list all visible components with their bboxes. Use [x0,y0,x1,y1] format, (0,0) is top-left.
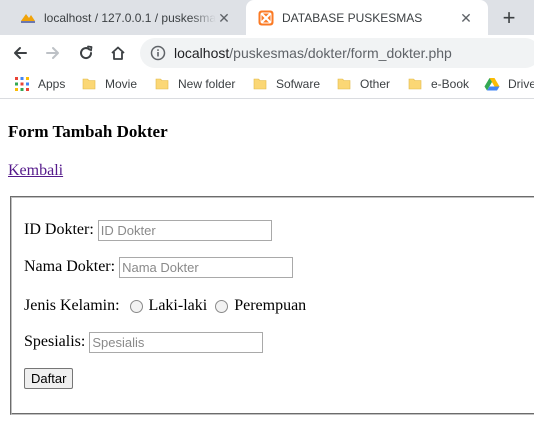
home-button[interactable] [105,40,131,66]
bookmark-drive[interactable]: Drive [484,75,534,93]
folder-icon [81,76,97,92]
close-icon[interactable]: ✕ [216,10,232,26]
bookmark-other[interactable]: Other [336,75,390,93]
radio-perempuan[interactable] [215,299,229,313]
arrow-right-icon [46,47,59,59]
apps-grid-icon [14,76,30,92]
close-icon[interactable]: ✕ [458,10,474,26]
bookmark-sofware[interactable]: Sofware [252,75,320,93]
bookmark-label: Apps [38,77,66,91]
reload-button[interactable] [73,40,99,66]
bookmark-label: Other [360,77,391,91]
folder-icon [252,76,268,92]
info-icon[interactable] [150,45,166,61]
back-button[interactable] [7,40,33,66]
id-dokter-row: ID Dokter: [24,219,272,241]
reload-icon [80,45,93,60]
forward-button[interactable] [40,40,66,66]
bookmark-label: Drive [508,77,534,91]
nama-dokter-input[interactable] [119,256,294,278]
spesialis-input[interactable] [89,331,264,353]
bookmark-e-book[interactable]: e-Book [407,75,469,93]
phpmyadmin-icon [20,10,36,26]
bookmark-apps[interactable]: Apps [14,75,65,93]
bookmark-label: e-Book [431,77,470,91]
google-drive-icon [484,76,500,92]
back-link[interactable]: Kembali [8,162,63,180]
page-title: Form Tambah Dokter [8,122,168,141]
radio-laki-laki[interactable] [129,299,143,313]
xampp-icon [258,10,274,26]
bookmark-label: New folder [178,77,236,91]
address-bar[interactable]: localhost/puskesmas/dokter/form_dokter.p… [140,38,534,68]
tab-title: DATABASE PUSKESMAS [282,10,423,25]
bookmark-new-folder[interactable]: New folder [154,75,235,93]
bookmark-movie[interactable]: Movie [81,75,137,93]
browser-toolbar: localhost/puskesmas/dokter/form_dokter.p… [0,35,534,70]
daftar-button[interactable]: Daftar [24,368,74,389]
jenis-kelamin-row: Jenis Kelamin: Laki-laki Perempuan [24,295,306,317]
id-dokter-label: ID Dokter: [24,221,94,238]
tab-strip: localhost / 127.0.0.1 / puskesmas ✕ DATA… [0,0,534,35]
folder-icon [336,76,352,92]
radio-label-laki-laki: Laki-laki [148,297,208,314]
nama-dokter-row: Nama Dokter: [24,256,294,278]
spesialis-row: Spesialis: [24,331,264,353]
nama-dokter-label: Nama Dokter: [24,258,116,275]
url-text: localhost/puskesmas/dokter/form_dokter.p… [174,45,452,61]
new-tab-button[interactable]: + [496,6,522,30]
radio-label-perempuan: Perempuan [234,297,307,314]
folder-icon [154,76,170,92]
bookmark-label: Movie [105,77,138,91]
bookmark-label: Sofware [276,77,321,91]
tab-database-puskesmas[interactable]: DATABASE PUSKESMAS ✕ [246,0,488,35]
jenis-kelamin-label: Jenis Kelamin: [24,297,120,314]
arrow-left-icon [14,47,27,59]
plus-icon: + [502,5,516,30]
form-fieldset: ID Dokter: Nama Dokter: Jenis Kelamin: L… [10,196,534,415]
tab-phpmyadmin[interactable]: localhost / 127.0.0.1 / puskesmas ✕ [0,0,246,35]
spesialis-label: Spesialis: [24,333,86,350]
id-dokter-input[interactable] [97,219,272,241]
folder-icon [407,76,423,92]
home-icon [111,46,125,60]
bookmarks-bar: Apps Movie New folder Sofware Other e-Bo… [0,70,534,99]
page-content: Form Tambah Dokter Kembali ID Dokter: Na… [0,100,534,425]
